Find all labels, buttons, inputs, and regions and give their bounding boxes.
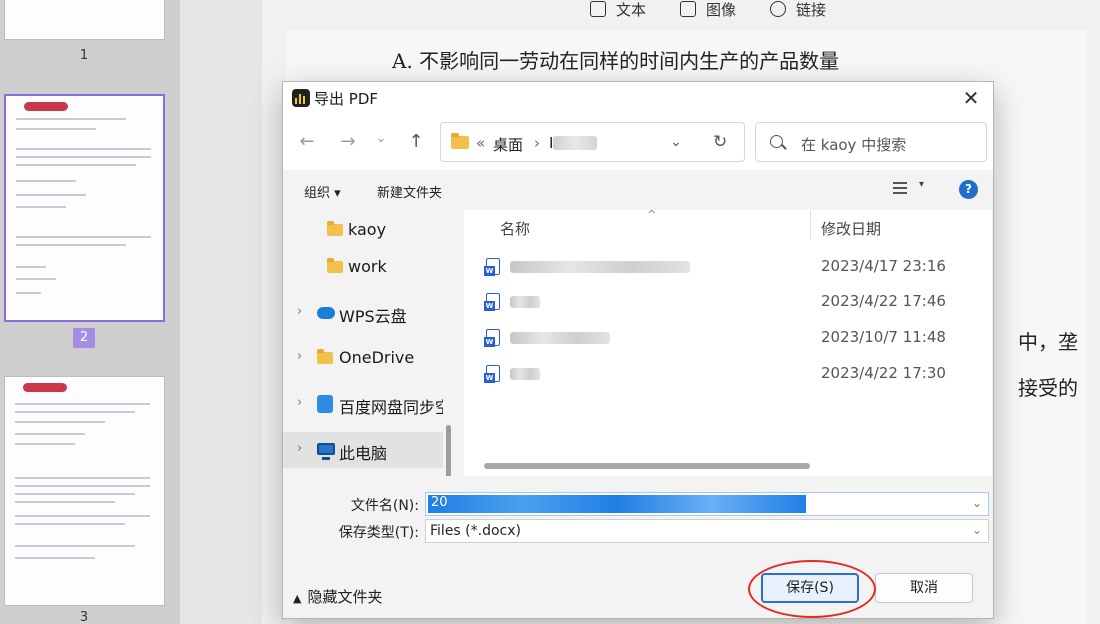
- chevron-up-icon: ▲: [293, 592, 302, 605]
- tree-item-wps-cloud[interactable]: › WPS云盘: [283, 295, 443, 331]
- file-row[interactable]: 2023/4/17 23:16: [464, 249, 992, 285]
- page-thumbnail-2[interactable]: [4, 94, 165, 322]
- tree-item-this-pc[interactable]: › 此电脑: [283, 432, 443, 468]
- hide-folders-toggle[interactable]: ▲ 隐藏文件夹: [293, 586, 382, 607]
- thumbnail-number: 1: [79, 48, 89, 63]
- view-dropdown-icon[interactable]: ▾: [919, 179, 924, 190]
- file-row[interactable]: 2023/4/22 17:46: [464, 284, 992, 320]
- navigation-bar: ← → ⌄ ↑ « 桌面 › I ⌄ ↻ 在 kaoy 中搜索: [283, 114, 993, 170]
- cloud-icon: [317, 307, 335, 319]
- link-icon: [770, 1, 787, 17]
- file-name-redacted: [510, 368, 540, 380]
- close-icon[interactable]: ✕: [959, 86, 983, 110]
- chevron-right-icon[interactable]: ›: [297, 304, 302, 319]
- chevron-down-icon[interactable]: ⌄: [972, 496, 982, 510]
- cancel-button[interactable]: 取消: [875, 573, 973, 603]
- page-thumbnail-panel: 1 2 3: [0, 0, 180, 624]
- word-document-icon: [484, 258, 500, 276]
- breadcrumb-separator: ›: [534, 134, 540, 152]
- save-form: 文件名(N): 20 ⌄ 保存类型(T): Files (*.docx) ⌄ ▲…: [283, 476, 993, 618]
- thumbnail-tag: [23, 383, 67, 392]
- breadcrumb-overflow[interactable]: «: [476, 134, 485, 152]
- word-document-icon: [484, 293, 500, 311]
- chevron-right-icon[interactable]: ›: [297, 395, 302, 410]
- file-name-redacted: [510, 332, 610, 344]
- address-bar[interactable]: « 桌面 › I ⌄ ↻: [440, 122, 745, 162]
- column-header-name[interactable]: 名称: [500, 218, 530, 239]
- folder-icon: [327, 258, 343, 273]
- forward-arrow-icon[interactable]: →: [336, 130, 360, 154]
- chevron-down-icon[interactable]: ⌄: [670, 134, 682, 150]
- command-bar: 组织 ▾ 新建文件夹 ▾ ?: [283, 170, 993, 210]
- filetype-label: 保存类型(T):: [338, 525, 419, 541]
- sort-indicator-icon: ^: [647, 208, 657, 221]
- document-text-line: 中，垄: [1018, 330, 1078, 354]
- chevron-down-icon[interactable]: ⌄: [972, 523, 982, 537]
- tree-item-onedrive[interactable]: › OneDrive: [283, 340, 443, 376]
- word-document-icon: [484, 329, 500, 347]
- chevron-right-icon[interactable]: ›: [297, 349, 302, 364]
- export-pdf-dialog: 导出 PDF ✕ ← → ⌄ ↑ « 桌面 › I ⌄ ↻ 在 kaoy 中搜索…: [282, 81, 994, 619]
- up-arrow-icon[interactable]: ↑: [404, 130, 428, 154]
- horizontal-scrollbar[interactable]: [484, 463, 810, 469]
- refresh-icon[interactable]: ↻: [713, 132, 727, 152]
- text-tool[interactable]: 文本: [590, 0, 646, 19]
- tree-item-baidu-sync[interactable]: › 百度网盘同步空: [283, 386, 443, 422]
- view-list-icon[interactable]: [893, 182, 907, 194]
- file-row[interactable]: 2023/4/22 17:30: [464, 356, 992, 392]
- thumbnail-number-active: 2: [73, 328, 95, 348]
- column-divider[interactable]: [810, 210, 811, 240]
- recent-locations-icon[interactable]: ⌄: [369, 127, 393, 151]
- back-arrow-icon[interactable]: ←: [295, 130, 319, 154]
- insert-toolbar: 文本 图像 链接: [590, 0, 826, 19]
- dialog-title: 导出 PDF: [314, 90, 378, 108]
- new-folder-button[interactable]: 新建文件夹: [377, 182, 442, 201]
- tree-item-kaoy[interactable]: kaoy: [283, 212, 443, 248]
- file-list: ^ 名称 修改日期 2023/4/17 23:16 2023/4/22 17:4…: [464, 208, 992, 476]
- file-name-redacted: [510, 296, 540, 308]
- breadcrumb-redacted: [553, 136, 597, 150]
- search-icon: [770, 135, 783, 148]
- page-thumbnail-1[interactable]: [4, 0, 165, 40]
- breadcrumb-desktop[interactable]: 桌面: [493, 134, 523, 155]
- filename-input[interactable]: 20 ⌄: [425, 492, 989, 516]
- app-logo-icon: [292, 89, 310, 107]
- word-document-icon: [484, 365, 500, 383]
- thumbnail-number: 3: [79, 610, 89, 624]
- thumbnail-tag: [24, 102, 68, 111]
- page-thumbnail-3[interactable]: [4, 376, 165, 606]
- folder-icon: [317, 349, 333, 364]
- help-icon[interactable]: ?: [959, 180, 978, 199]
- file-row[interactable]: 2023/10/7 11:48: [464, 320, 992, 356]
- document-text-line: A. 不影响同一劳动在同样的时间内生产的产品数量: [392, 49, 840, 73]
- tree-item-work[interactable]: work: [283, 249, 443, 285]
- highlight-annotation: [748, 560, 876, 618]
- organize-menu[interactable]: 组织 ▾: [304, 182, 341, 201]
- column-header-modified[interactable]: 修改日期: [821, 218, 881, 239]
- search-box[interactable]: 在 kaoy 中搜索: [755, 122, 987, 162]
- dialog-title-bar: 导出 PDF ✕: [283, 82, 993, 114]
- image-icon: [680, 1, 697, 17]
- image-tool[interactable]: 图像: [680, 0, 736, 19]
- document-text-line: 接受的: [1018, 376, 1078, 400]
- filename-label: 文件名(N):: [350, 498, 419, 514]
- filename-selection: 20: [428, 495, 806, 513]
- link-tool[interactable]: 链接: [770, 0, 826, 19]
- folder-icon: [451, 133, 469, 149]
- baidu-netdisk-icon: [317, 395, 333, 413]
- chevron-right-icon[interactable]: ›: [297, 441, 302, 456]
- search-placeholder: 在 kaoy 中搜索: [801, 136, 907, 154]
- filetype-select[interactable]: Files (*.docx) ⌄: [425, 519, 989, 543]
- folder-icon: [327, 221, 343, 236]
- computer-icon: [317, 443, 335, 460]
- text-icon: [590, 1, 606, 17]
- navigation-pane: kaoy work › WPS云盘 › OneDrive › 百度网盘同步空 ›…: [283, 210, 455, 523]
- file-name-redacted: [510, 261, 690, 273]
